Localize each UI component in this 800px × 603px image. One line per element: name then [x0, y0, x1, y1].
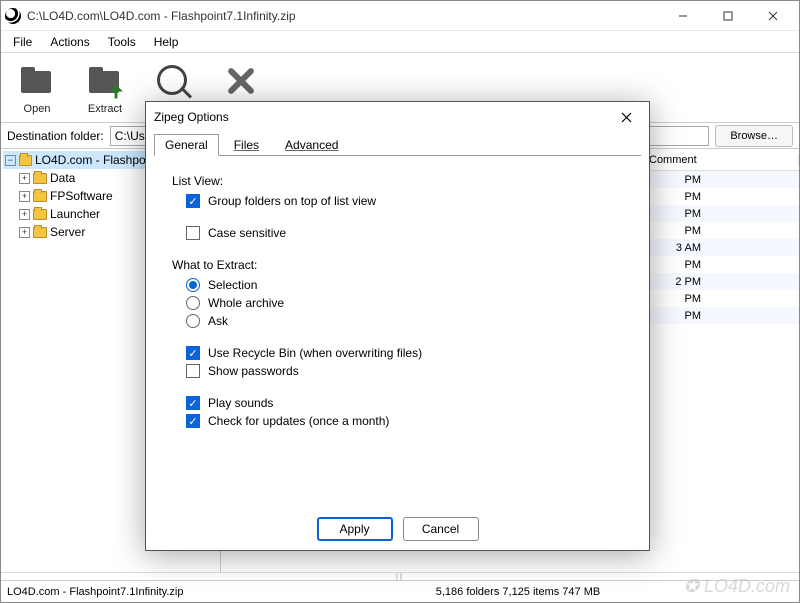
tab-general[interactable]: General: [154, 134, 219, 156]
checkbox-checked-icon[interactable]: [186, 396, 200, 410]
option-label: Use Recycle Bin (when overwriting files): [208, 346, 422, 360]
close-icon: [621, 112, 632, 123]
option-case-sensitive[interactable]: Case sensitive: [186, 226, 623, 240]
folder-open-icon: [17, 61, 57, 101]
checkbox-icon[interactable]: [186, 364, 200, 378]
collapse-icon[interactable]: −: [5, 155, 16, 166]
radio-icon[interactable]: [186, 296, 200, 310]
splitter-handle[interactable]: ||: [1, 572, 799, 580]
cancel-button[interactable]: Cancel: [403, 517, 479, 541]
expand-icon[interactable]: +: [19, 191, 30, 202]
menu-file[interactable]: File: [5, 33, 40, 51]
menu-help[interactable]: Help: [146, 33, 187, 51]
toolbar-open[interactable]: Open: [9, 61, 65, 115]
minimize-icon: [678, 11, 688, 21]
option-label: Selection: [208, 278, 257, 292]
close-icon: [768, 11, 778, 21]
tab-advanced[interactable]: Advanced: [274, 134, 349, 156]
checkbox-checked-icon[interactable]: [186, 346, 200, 360]
tab-general-label: General: [165, 138, 208, 152]
folder-icon: [19, 155, 32, 166]
status-right: 5,186 folders 7,125 items 747 MB: [436, 586, 793, 598]
radio-icon[interactable]: [186, 314, 200, 328]
maximize-icon: [723, 11, 733, 21]
tree-item-label: Launcher: [50, 207, 100, 221]
dialog-title: Zipeg Options: [154, 110, 611, 124]
option-label: Play sounds: [208, 396, 273, 410]
apply-button[interactable]: Apply: [317, 517, 393, 541]
expand-icon[interactable]: +: [19, 209, 30, 220]
tab-advanced-label: Advanced: [285, 138, 338, 152]
option-label: Check for updates (once a month): [208, 414, 389, 428]
options-dialog: Zipeg Options General Files Advanced Lis…: [145, 101, 650, 551]
tree-item-label: FPSoftware: [50, 189, 113, 203]
browse-button[interactable]: Browse…: [715, 125, 793, 147]
checkbox-icon[interactable]: [186, 226, 200, 240]
checkbox-checked-icon[interactable]: [186, 194, 200, 208]
folder-icon: [33, 173, 47, 184]
option-recycle-bin[interactable]: Use Recycle Bin (when overwriting files): [186, 346, 623, 360]
tree-item-label: Data: [50, 171, 75, 185]
expand-icon[interactable]: +: [19, 227, 30, 238]
checkbox-checked-icon[interactable]: [186, 414, 200, 428]
tab-files-label: Files: [234, 138, 259, 152]
option-check-updates[interactable]: Check for updates (once a month): [186, 414, 623, 428]
list-view-label: List View:: [172, 174, 623, 188]
destination-label: Destination folder:: [7, 129, 104, 143]
menu-tools[interactable]: Tools: [100, 33, 144, 51]
titlebar: C:\LO4D.com\LO4D.com - Flashpoint7.1Infi…: [1, 1, 799, 31]
minimize-button[interactable]: [660, 2, 705, 30]
folder-icon: [33, 209, 47, 220]
option-whole-archive[interactable]: Whole archive: [186, 296, 623, 310]
window-title: C:\LO4D.com\LO4D.com - Flashpoint7.1Infi…: [27, 9, 660, 23]
dialog-buttons: Apply Cancel: [146, 508, 649, 550]
option-label: Ask: [208, 314, 228, 328]
option-ask[interactable]: Ask: [186, 314, 623, 328]
dialog-titlebar: Zipeg Options: [146, 102, 649, 132]
option-play-sounds[interactable]: Play sounds: [186, 396, 623, 410]
close-button[interactable]: [750, 2, 795, 30]
tree-item-label: Server: [50, 225, 85, 239]
toolbar-extract[interactable]: Extract: [77, 61, 133, 115]
tools-icon: [221, 61, 261, 101]
statusbar: LO4D.com - Flashpoint7.1Infinity.zip 5,1…: [1, 580, 799, 602]
dialog-body: List View: Group folders on top of list …: [154, 155, 641, 508]
menubar: File Actions Tools Help: [1, 31, 799, 53]
option-label: Group folders on top of list view: [208, 194, 376, 208]
magnifier-icon: [153, 61, 193, 101]
option-group-folders[interactable]: Group folders on top of list view: [186, 194, 623, 208]
radio-checked-icon[interactable]: [186, 278, 200, 292]
option-label: Case sensitive: [208, 226, 286, 240]
option-show-passwords[interactable]: Show passwords: [186, 364, 623, 378]
col-comment[interactable]: Comment: [641, 154, 799, 166]
app-icon: [5, 8, 21, 24]
menu-actions[interactable]: Actions: [42, 33, 97, 51]
folder-icon: [33, 191, 47, 202]
dialog-tabs: General Files Advanced: [146, 132, 649, 156]
toolbar-open-label: Open: [24, 103, 51, 115]
folder-extract-icon: [85, 61, 125, 101]
dialog-close-button[interactable]: [611, 104, 641, 130]
option-label: Whole archive: [208, 296, 284, 310]
folder-icon: [33, 227, 47, 238]
expand-icon[interactable]: +: [19, 173, 30, 184]
status-left: LO4D.com - Flashpoint7.1Infinity.zip: [7, 586, 436, 598]
option-selection[interactable]: Selection: [186, 278, 623, 292]
toolbar-extract-label: Extract: [88, 103, 122, 115]
option-label: Show passwords: [208, 364, 299, 378]
window-controls: [660, 2, 795, 30]
tab-files[interactable]: Files: [223, 134, 270, 156]
maximize-button[interactable]: [705, 2, 750, 30]
what-to-extract-label: What to Extract:: [172, 258, 623, 272]
